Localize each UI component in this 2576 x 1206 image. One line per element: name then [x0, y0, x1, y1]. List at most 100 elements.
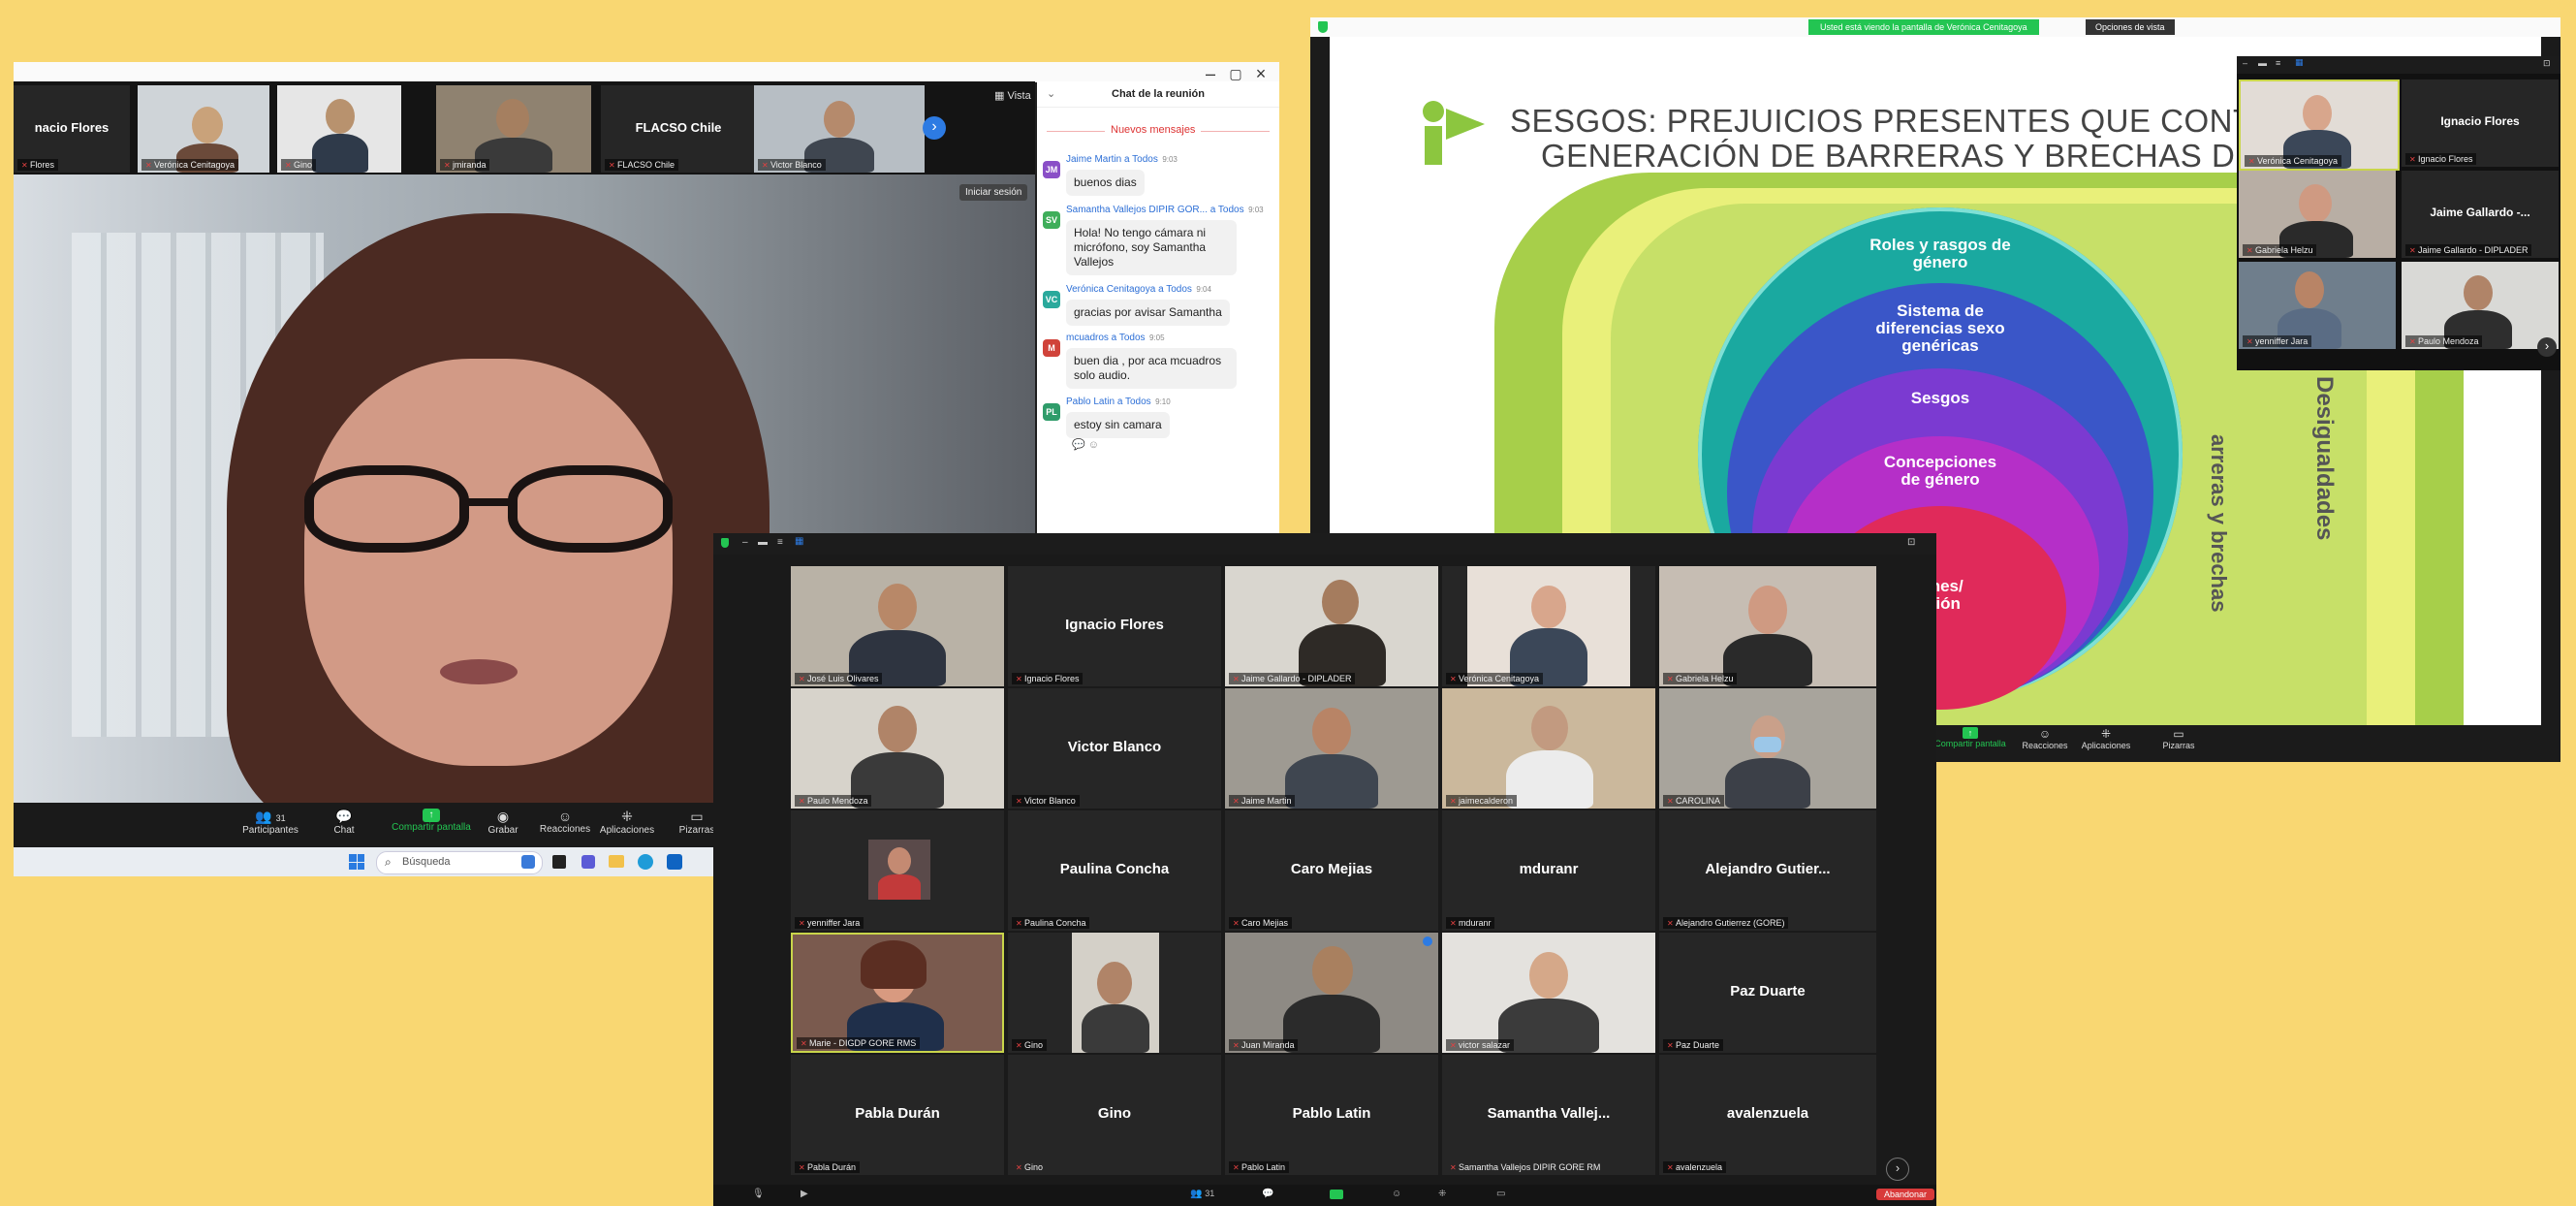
- mini-gallery-next-button[interactable]: ›: [2537, 337, 2557, 357]
- gallery-tile-13[interactable]: Caro Mejias Caro Mejias: [1225, 810, 1438, 931]
- gallery-tile-6[interactable]: Paulo Mendoza: [791, 688, 1004, 809]
- apps-button[interactable]: ⁜ Aplicaciones: [2072, 727, 2140, 750]
- view-button[interactable]: ▦ Vista: [994, 89, 1031, 102]
- taskbar-app-icon-1[interactable]: [521, 855, 535, 869]
- strip-tile-5[interactable]: FLACSO Chile FLACSO Chile: [601, 85, 756, 173]
- chat-message: JM Jaime Martin a Todos 9:03 buenos dias: [1037, 149, 1279, 200]
- expand-icon[interactable]: ⊡: [1907, 537, 1915, 548]
- mini-tile-2[interactable]: Ignacio Flores Ignacio Flores: [2402, 79, 2559, 167]
- mini-tile-3[interactable]: Gabriela Helzu: [2239, 171, 2396, 258]
- mic-icon[interactable]: 🎙: [752, 1189, 765, 1199]
- whiteboard-icon[interactable]: ▭: [1496, 1189, 1505, 1199]
- chat-header: ⌄ Chat de la reunión: [1037, 81, 1279, 108]
- gallery-tile-2[interactable]: Ignacio Flores Ignacio Flores: [1008, 566, 1221, 686]
- chat-messages: JM Jaime Martin a Todos 9:03 buenos dias…: [1037, 149, 1279, 451]
- strip-tile-1[interactable]: nacio Flores Flores: [14, 85, 130, 173]
- gallery-tile-1[interactable]: José Luis Olivares: [791, 566, 1004, 686]
- gallery-tile-16[interactable]: Marie - DIGDP GORE RMS: [791, 933, 1004, 1053]
- gallery-tile-12[interactable]: Paulina Concha Paulina Concha: [1008, 810, 1221, 931]
- apps-button[interactable]: ⁜ Aplicaciones: [593, 809, 661, 836]
- start-icon[interactable]: [349, 854, 364, 870]
- window1-title-bar: – ▢ ×: [14, 62, 1279, 83]
- gallery-tile-9[interactable]: jaimecalderon: [1442, 688, 1655, 809]
- slide-title-line-1: SESGOS: PREJUICIOS PRESENTES QUE CONTRIB…: [1510, 103, 2353, 139]
- maximize-icon[interactable]: ▢: [1223, 66, 1248, 82]
- gallery-tile-20[interactable]: Paz Duarte Paz Duarte: [1659, 933, 1876, 1053]
- expand-icon[interactable]: ⊡: [2543, 58, 2551, 69]
- gallery-tile-15[interactable]: Alejandro Gutier... Alejandro Gutierrez …: [1659, 810, 1876, 931]
- folder-icon[interactable]: [609, 855, 624, 868]
- apps-icon[interactable]: ⁜: [1438, 1189, 1446, 1199]
- gallery-tile-23[interactable]: Pablo Latin Pablo Latin: [1225, 1055, 1438, 1175]
- reactions-icon: ☺: [557, 809, 573, 824]
- strip-tile-3[interactable]: Gino: [277, 85, 401, 173]
- gallery-tile-3[interactable]: Jaime Gallardo - DIPLADER: [1225, 566, 1438, 686]
- record-icon: ◉: [496, 809, 510, 824]
- restore-icon[interactable]: ▬: [2258, 58, 2267, 68]
- menu-icon[interactable]: ≡: [2276, 58, 2280, 68]
- gallery-tile-18[interactable]: Juan Miranda: [1225, 933, 1438, 1053]
- gallery-tile-14[interactable]: mduranr mduranr: [1442, 810, 1655, 931]
- strip-tile-4[interactable]: jmiranda: [436, 85, 591, 173]
- gallery-tile-8[interactable]: Jaime Martin: [1225, 688, 1438, 809]
- gallery-tile-19[interactable]: victor salazar: [1442, 933, 1655, 1053]
- share-screen-icon: ↑: [423, 809, 440, 822]
- share-screen-button[interactable]: ↑ Compartir pantalla: [378, 809, 485, 833]
- gallery-tile-24[interactable]: Samantha Vallej... Samantha Vallejos DIP…: [1442, 1055, 1655, 1175]
- chat-reaction-icons[interactable]: 💬 ☺: [1037, 438, 1279, 451]
- gallery-tile-17[interactable]: Gino: [1008, 933, 1221, 1053]
- chat-button[interactable]: 💬 Chat: [320, 809, 368, 836]
- mini-tile-4[interactable]: Jaime Gallardo -... Jaime Gallardo - DIP…: [2402, 171, 2559, 258]
- gallery-tile-21[interactable]: Pabla Durán Pabla Durán: [791, 1055, 1004, 1175]
- taskbar-app-icon-3[interactable]: [581, 855, 595, 869]
- mini-gallery: – ▬ ≡ ▦ ⊡ Verónica Cenitagoya Ignacio Fl…: [2237, 56, 2560, 370]
- avatar: PL: [1043, 403, 1060, 421]
- gallery-grid: José Luis Olivares Ignacio Flores Ignaci…: [791, 566, 1876, 1177]
- reactions-button[interactable]: ☺ Reacciones: [2016, 727, 2074, 750]
- taskbar-app-icon-2[interactable]: [552, 855, 566, 869]
- gallery-next-page-button[interactable]: ›: [1886, 1158, 1909, 1181]
- tile-badge: [1423, 936, 1432, 946]
- restore-icon[interactable]: ▬: [758, 537, 768, 548]
- gallery-tile-22[interactable]: Gino Gino: [1008, 1055, 1221, 1175]
- gallery-tile-11[interactable]: yenniffer Jara: [791, 810, 1004, 931]
- leave-button[interactable]: Abandonar: [1876, 1189, 1935, 1200]
- gallery-tile-5[interactable]: Gabriela Helzu: [1659, 566, 1876, 686]
- grid-icon[interactable]: ▦: [795, 536, 803, 547]
- gallery-tile-25[interactable]: avalenzuela avalenzuela: [1659, 1055, 1876, 1175]
- gallery-tile-7[interactable]: Victor Blanco Victor Blanco: [1008, 688, 1221, 809]
- view-options-button[interactable]: Opciones de vista: [2086, 19, 2175, 35]
- outlook-icon[interactable]: [667, 854, 682, 870]
- gallery-tile-10[interactable]: CAROLINA: [1659, 688, 1876, 809]
- mini-tile-5[interactable]: yenniffer Jara: [2239, 262, 2396, 349]
- avatar: JM: [1043, 161, 1060, 178]
- strip-tile-2[interactable]: Verónica Cenitagoya: [138, 85, 269, 173]
- share-screen-icon[interactable]: [1330, 1190, 1343, 1199]
- gallery-tile-4[interactable]: Verónica Cenitagoya: [1442, 566, 1655, 686]
- reactions-icon[interactable]: ☺: [1392, 1189, 1401, 1199]
- signin-button[interactable]: Iniciar sesión: [959, 184, 1028, 201]
- minimize-icon[interactable]: –: [742, 537, 748, 548]
- mini-tile-6[interactable]: Paulo Mendoza: [2402, 262, 2559, 349]
- profile-picture: [868, 840, 930, 900]
- avatar: SV: [1043, 211, 1060, 229]
- taskbar-search[interactable]: ⌕ Búsqueda: [376, 851, 543, 874]
- speaker-face: [304, 359, 673, 766]
- edge-icon[interactable]: [638, 854, 653, 870]
- avatar: M: [1043, 339, 1060, 357]
- chat-icon[interactable]: 💬: [1262, 1189, 1273, 1199]
- participants-icon[interactable]: 👥 31: [1190, 1189, 1214, 1199]
- minimize-icon[interactable]: –: [2243, 58, 2247, 68]
- grid-icon[interactable]: ▦: [2295, 57, 2304, 68]
- record-button[interactable]: ◉ Grabar: [479, 809, 527, 836]
- reactions-button[interactable]: ☺ Reacciones: [531, 809, 599, 835]
- strip-tile-6[interactable]: Victor Blanco: [754, 85, 925, 173]
- whiteboard-icon: ▭: [2173, 727, 2184, 741]
- menu-icon[interactable]: ≡: [777, 537, 783, 548]
- share-screen-button[interactable]: ↑ Compartir pantalla: [1927, 727, 2014, 748]
- video-icon[interactable]: ▶: [801, 1189, 808, 1199]
- strip-next-button[interactable]: ›: [923, 116, 946, 140]
- participants-button[interactable]: 👥 31 Participantes: [236, 809, 304, 836]
- mini-tile-1[interactable]: Verónica Cenitagoya: [2239, 79, 2400, 171]
- whiteboard-button[interactable]: ▭ Pizarras: [2150, 727, 2208, 750]
